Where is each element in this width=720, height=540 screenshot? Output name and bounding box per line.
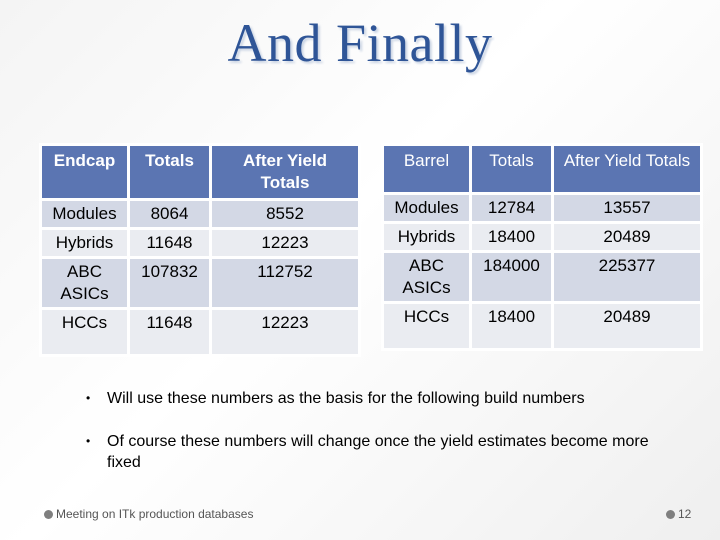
endcap-table: Endcap Totals After Yield Totals Modules… (39, 143, 361, 357)
row-label: Hybrids (384, 224, 469, 250)
header-cell: Barrel (384, 146, 469, 192)
table-row: Hybrids 18400 20489 (384, 224, 700, 250)
table-row: HCCs 11648 12223 (42, 310, 358, 354)
cell-totals: 18400 (472, 304, 551, 348)
bullet-icon: • (86, 434, 91, 448)
cell-after-yield: 8552 (212, 201, 358, 227)
bullet-item: • Of course these numbers will change on… (86, 431, 686, 473)
page-number: 12 (666, 507, 691, 521)
header-cell: Endcap (42, 146, 127, 198)
cell-totals: 11648 (130, 310, 209, 354)
row-label: ABC ASICs (42, 259, 127, 307)
cell-totals: 107832 (130, 259, 209, 307)
cell-totals: 11648 (130, 230, 209, 256)
cell-after-yield: 225377 (554, 253, 700, 301)
header-cell: Totals (130, 146, 209, 198)
cell-totals: 8064 (130, 201, 209, 227)
header-cell: After Yield Totals (554, 146, 700, 192)
table-row: ABC ASICs 184000 225377 (384, 253, 700, 301)
row-label: Hybrids (42, 230, 127, 256)
row-label: Modules (384, 195, 469, 221)
cell-totals: 18400 (472, 224, 551, 250)
header-cell: After Yield Totals (212, 146, 358, 198)
cell-after-yield: 112752 (212, 259, 358, 307)
bullet-item: • Will use these numbers as the basis fo… (86, 388, 686, 409)
footer-circle-icon (44, 509, 53, 519)
table-row: ABC ASICs 107832 112752 (42, 259, 358, 307)
page-number-text: 12 (678, 507, 692, 521)
bullet-list: • Will use these numbers as the basis fo… (86, 388, 686, 495)
barrel-table: Barrel Totals After Yield Totals Modules… (381, 143, 703, 351)
footer-text: Meeting on ITk production databases (56, 507, 254, 521)
row-label: HCCs (42, 310, 127, 354)
table-row: HCCs 18400 20489 (384, 304, 700, 348)
cell-after-yield: 20489 (554, 224, 700, 250)
table-row: Hybrids 11648 12223 (42, 230, 358, 256)
row-label: Modules (42, 201, 127, 227)
row-label: HCCs (384, 304, 469, 348)
cell-totals: 12784 (472, 195, 551, 221)
footer: Meeting on ITk production databases (44, 507, 253, 521)
bullet-icon: • (86, 391, 91, 405)
row-label: ABC ASICs (384, 253, 469, 301)
header-cell: Totals (472, 146, 551, 192)
table-row: Modules 8064 8552 (42, 201, 358, 227)
table-row: Modules 12784 13557 (384, 195, 700, 221)
cell-after-yield: 13557 (554, 195, 700, 221)
table-header-row: Endcap Totals After Yield Totals (42, 146, 358, 198)
slide-title: And Finally (227, 13, 493, 73)
cell-after-yield: 20489 (554, 304, 700, 348)
cell-after-yield: 12223 (212, 310, 358, 354)
table-header-row: Barrel Totals After Yield Totals (384, 146, 700, 192)
page-circle-icon (666, 509, 675, 519)
cell-after-yield: 12223 (212, 230, 358, 256)
bullet-text: Will use these numbers as the basis for … (107, 390, 585, 407)
bullet-text: Of course these numbers will change once… (107, 433, 649, 471)
cell-totals: 184000 (472, 253, 551, 301)
